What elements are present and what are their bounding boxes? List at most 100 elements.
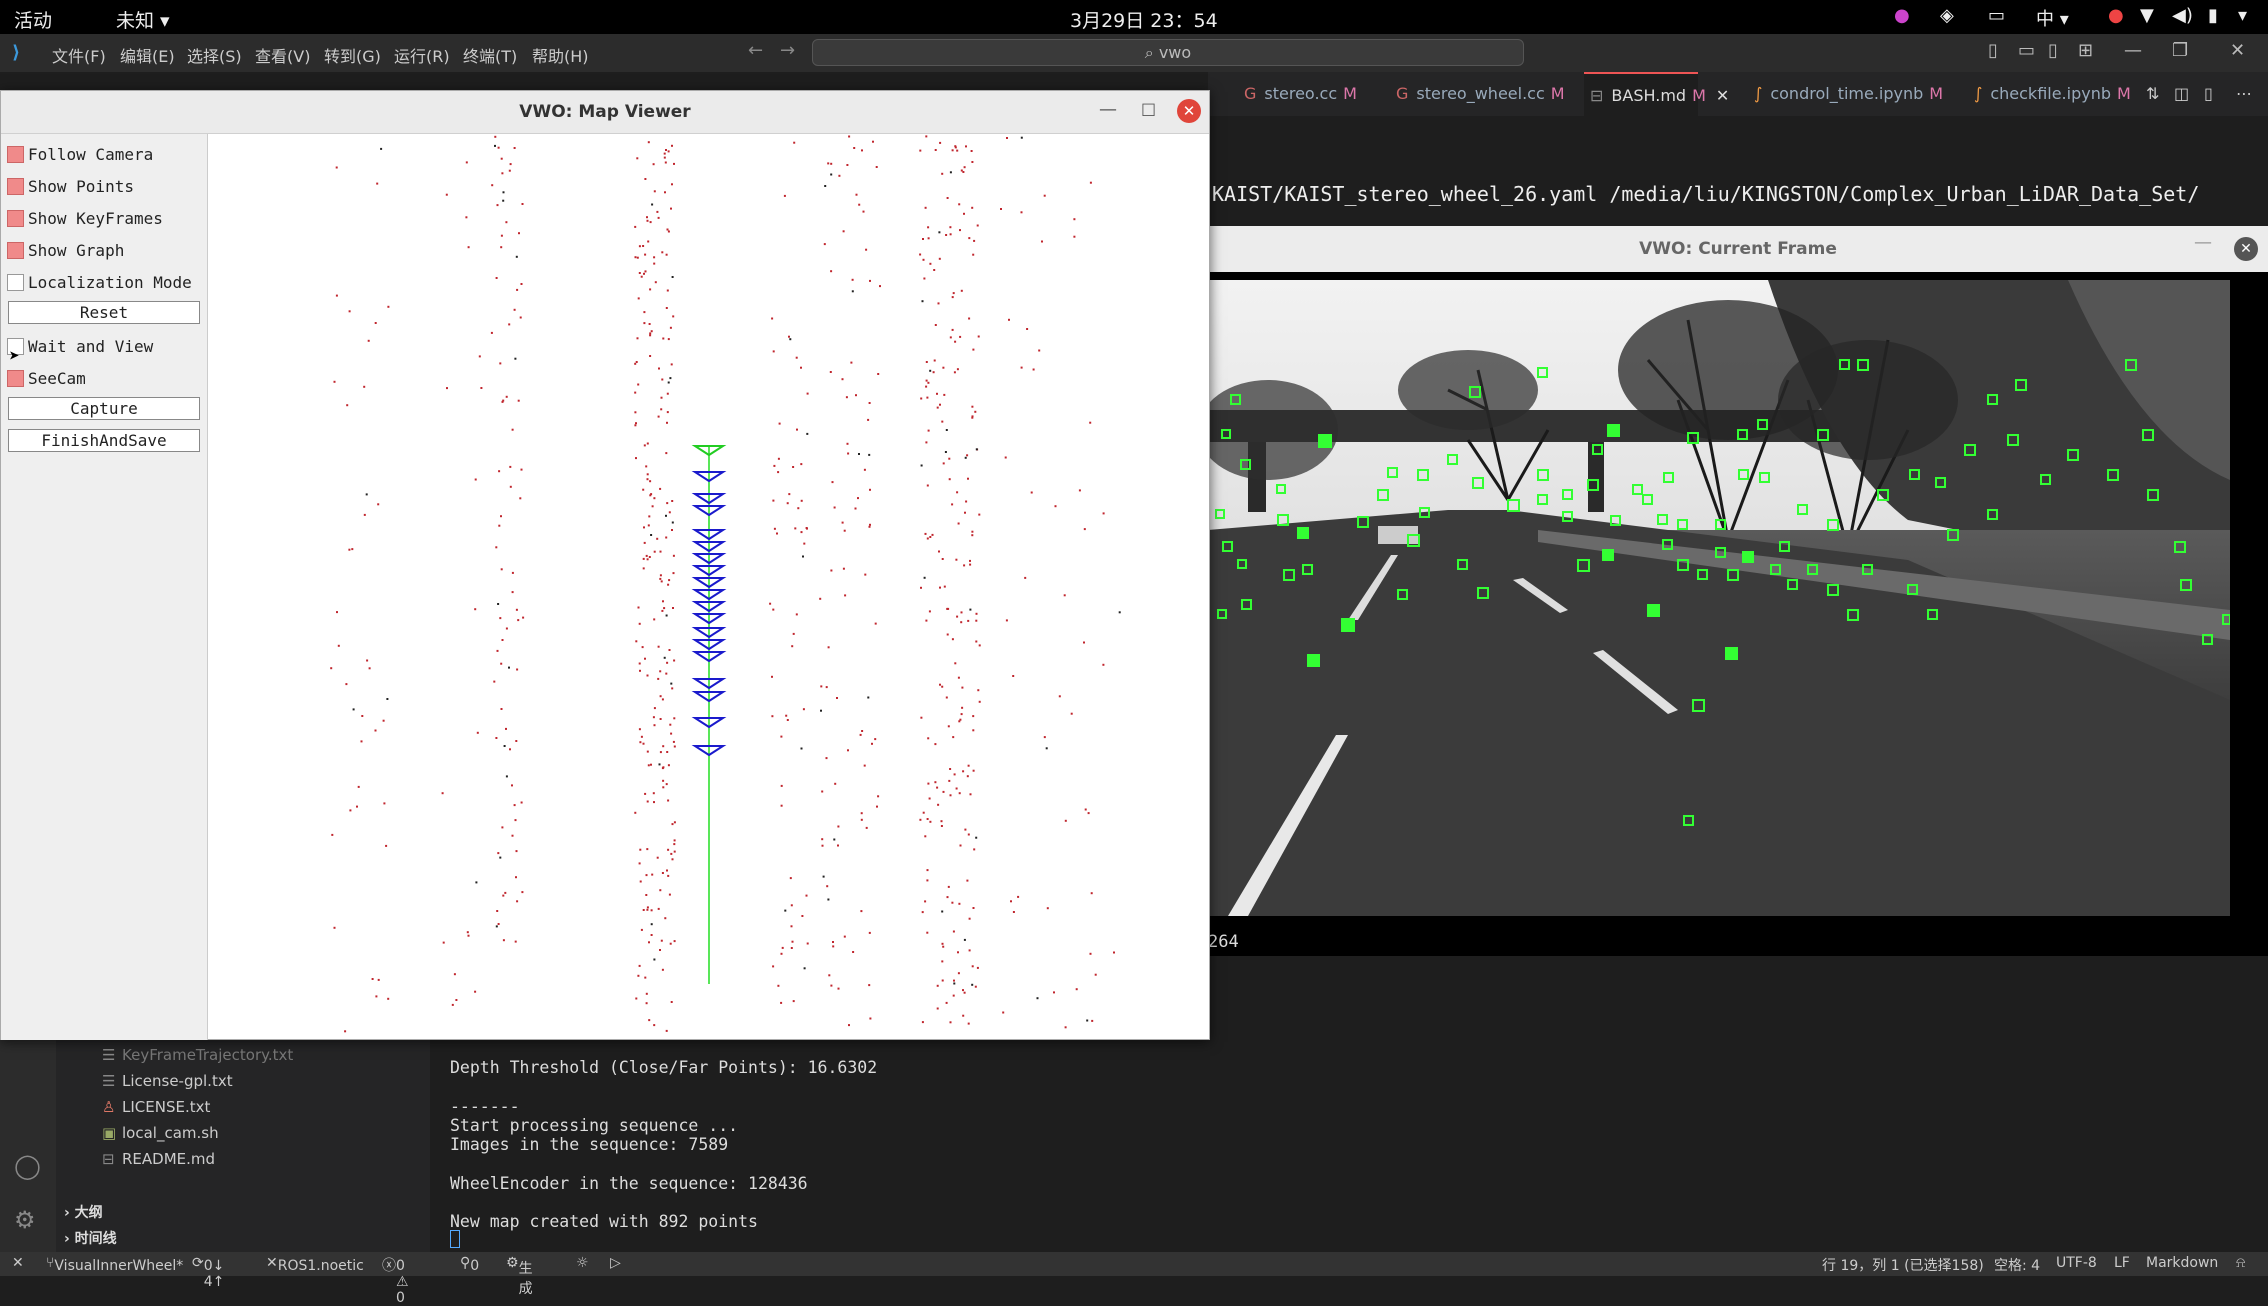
volume-icon[interactable]: ◀) [2172,5,2193,26]
map-point [1036,997,1039,1000]
tab-stereo-cc[interactable]: Gstereo.cc M [1238,72,1363,116]
window-minimize-icon[interactable]: — [1099,99,1117,120]
tab-checkfile[interactable]: ∫ checkfile.ipynb M [1968,72,2137,116]
debug-icon[interactable]: ☼ [576,1255,589,1271]
cat-indicator-icon[interactable]: ◈ [1940,5,1954,26]
map-point [659,751,662,754]
capture-button[interactable]: Capture [8,397,200,420]
map-point [637,606,640,609]
window-close-icon[interactable]: ✕ [1177,99,1201,123]
manage-gear-icon[interactable]: ⚙ [14,1206,36,1234]
indentation-status[interactable]: 空格: 4 [1994,1255,2040,1275]
menu-selection[interactable]: 选择(S) [187,43,242,67]
checkbox-box[interactable] [7,210,24,227]
customize-layout-icon[interactable]: ⊞ [2078,40,2093,61]
map-point [668,649,671,651]
input-method[interactable]: 中 ▾ [2036,5,2069,31]
file-license-gpl[interactable]: ☰ License-gpl.txt [102,1072,233,1090]
map-point [877,373,880,375]
current-frame-title[interactable]: VWO: Current Frame [1208,226,2268,272]
map-point [819,597,822,600]
reset-button[interactable]: Reset [8,301,200,324]
toggle-secondary-sidebar-icon[interactable]: ▯ [2048,40,2058,61]
run-icon[interactable]: ▷ [610,1255,621,1271]
map-point [955,787,958,790]
file-keyframe-trajectory[interactable]: ☰ KeyFrameTrajectory.txt [102,1046,293,1064]
open-preview-icon[interactable]: ◫ [2174,84,2189,103]
keyboard-indicator-icon[interactable]: ▭ [1988,5,2005,26]
menu-file[interactable]: 文件(F) [52,43,106,67]
more-actions-icon[interactable]: ⋯ [2236,84,2252,103]
sync-status[interactable]: ⟳ 0↓ 4↑ [192,1255,224,1290]
back-arrow-icon[interactable]: ← [748,40,763,61]
checkbox-box[interactable] [7,146,24,163]
window-minimize-icon[interactable]: — [2194,232,2212,253]
file-license[interactable]: ♙ LICENSE.txt [102,1098,210,1116]
map-viewer-title[interactable]: VWO: Map Viewer [1,91,1209,134]
checkbox-box[interactable] [7,178,24,195]
editor-area[interactable]: KAIST/KAIST_stereo_wheel_26.yaml /media/… [1208,116,2268,226]
app-indicator-icon[interactable]: ● [1894,5,1910,26]
source-control-icon[interactable]: ⇅ [2146,84,2159,103]
checkbox-box[interactable] [7,242,24,259]
window-close-icon[interactable]: ✕ [2230,40,2245,61]
split-editor-icon[interactable]: ▯ [2204,84,2213,103]
checkbox-box[interactable] [7,274,24,291]
notifications-bell-icon[interactable]: ⍾ [2236,1255,2245,1271]
eol-status[interactable]: LF [2114,1255,2130,1271]
map-point [475,881,478,884]
menu-go[interactable]: 转到(G) [324,43,381,67]
tab-bash-md[interactable]: ⊟ BASH.md M ✕ [1584,72,1729,116]
menu-view[interactable]: 查看(V) [255,43,310,67]
account-icon[interactable]: ◯ [14,1152,41,1180]
menu-help[interactable]: 帮助(H) [532,43,589,67]
tab-condrol-time[interactable]: ∫ condrol_time.ipynb M [1748,72,1949,116]
checkbox-box[interactable] [7,370,24,387]
checkbox-label: SeeCam [28,369,86,388]
terminal-panel[interactable]: Depth Threshold (Close/Far Points): 16.6… [430,1040,2268,1252]
remote-icon[interactable]: ✕ [12,1255,24,1271]
map-point [521,891,524,894]
menu-run[interactable]: 运行(R) [394,43,450,67]
cursor-position[interactable]: 行 19，列 1 (已选择158) [1822,1255,1984,1275]
outline-section[interactable]: › 大纲 [64,1202,103,1222]
ros-status[interactable]: ✕ ROS1.noetic [266,1255,364,1274]
command-center-search[interactable]: ⌕ vwo [812,39,1524,66]
build-status[interactable]: ⚙ 生成 [506,1255,533,1297]
map-point [1045,747,1048,750]
window-close-icon[interactable]: ✕ [2234,237,2258,261]
activities-button[interactable]: 活动 [14,6,52,33]
map-point [508,169,511,172]
window-minimize-icon[interactable]: — [2124,40,2142,61]
clock[interactable]: 3月29日 23：54 [1070,6,1218,33]
map-point [500,515,502,518]
branch-status[interactable]: ⑂ VisualInnerWheel* [46,1255,183,1274]
window-restore-icon[interactable]: ❐ [2172,40,2188,61]
file-local-cam[interactable]: ▣ local_cam.sh [102,1124,219,1142]
ports-status[interactable]: ⚲ 0 [460,1255,479,1274]
encoding-status[interactable]: UTF-8 [2056,1255,2097,1271]
system-menu-chevron-icon[interactable]: ▾ [2238,5,2247,26]
window-maximize-icon[interactable]: □ [1141,99,1156,118]
language-status[interactable]: Markdown [2146,1255,2218,1271]
toggle-sidebar-icon[interactable]: ▯ [1988,40,1998,61]
map-point [511,428,514,431]
map-3d-view[interactable] [209,134,1209,1040]
map-point [858,203,861,206]
wifi-icon[interactable]: ▼ [2140,5,2154,26]
tab-close-icon[interactable]: ✕ [1716,86,1729,105]
battery-icon[interactable]: ▮ [2208,5,2218,26]
record-indicator-icon[interactable]: ● [2108,5,2124,26]
map-point [499,362,502,365]
tab-stereo-wheel-cc[interactable]: Gstereo_wheel.cc M [1390,72,1571,116]
toggle-panel-icon[interactable]: ▭ [2018,40,2035,61]
menu-terminal[interactable]: 终端(T) [463,43,517,67]
app-menu[interactable]: 未知 ▾ [116,6,170,33]
map-point [467,246,470,249]
problems-status[interactable]: ⓧ 0 ⚠ 0 [382,1255,409,1306]
file-readme[interactable]: ⊟ README.md [102,1150,215,1168]
menu-edit[interactable]: 编辑(E) [120,43,175,67]
timeline-section[interactable]: › 时间线 [64,1228,117,1248]
finish-and-save-button[interactable]: FinishAndSave [8,429,200,452]
forward-arrow-icon[interactable]: → [780,40,795,61]
